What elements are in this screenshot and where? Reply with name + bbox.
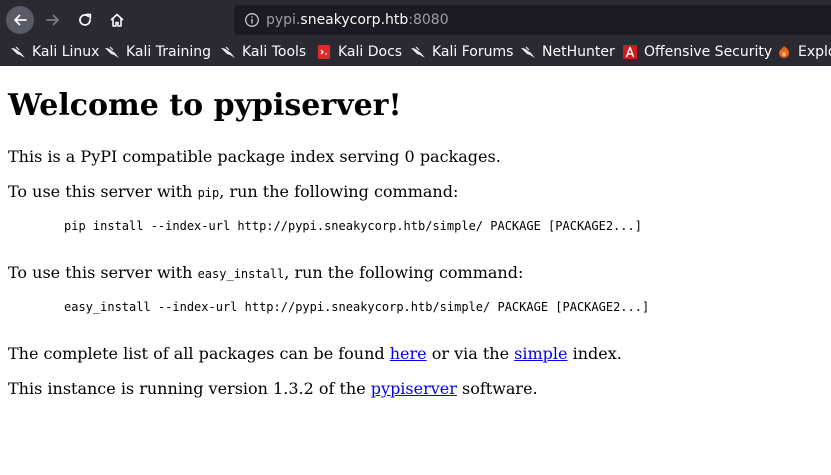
url-subdomain: pypi. xyxy=(266,12,301,28)
bookmark-offensive-security[interactable]: Offensive Security xyxy=(622,42,772,62)
kali-dragon-icon xyxy=(221,46,235,58)
simple-link[interactable]: simple xyxy=(514,344,567,363)
bookmark-kali-tools[interactable]: Kali Tools xyxy=(220,42,306,62)
kali-dragon-icon xyxy=(105,46,119,58)
pip-instructions: To use this server with pip, run the fol… xyxy=(8,182,458,203)
bookmark-exploit-db[interactable]: Exploit-DB xyxy=(776,42,831,62)
url-text[interactable]: pypi.sneakycorp.htb:8080 xyxy=(266,12,449,28)
forward-button[interactable] xyxy=(39,6,67,34)
home-icon xyxy=(110,13,124,27)
intro-text: This is a PyPI compatible package index … xyxy=(8,147,501,166)
pip-code: pip xyxy=(197,186,220,200)
bookmark-kali-docs[interactable]: Kali Docs xyxy=(316,42,402,62)
page-title: Welcome to pypiserver! xyxy=(8,88,402,123)
easy-install-command: easy_install --index-url http://pypi.sne… xyxy=(64,300,650,314)
bookmark-label: Offensive Security xyxy=(644,44,773,60)
version-prefix: This instance is running version 1.3.2 o… xyxy=(8,379,371,398)
url-host: sneakycorp.htb xyxy=(300,12,409,28)
bookmark-label: Kali Tools xyxy=(242,44,307,60)
bookmark-label: NetHunter xyxy=(542,44,615,60)
reload-icon xyxy=(79,13,92,26)
reload-button[interactable] xyxy=(71,6,99,34)
pip-suffix: , run the following command: xyxy=(219,182,459,201)
offsec-icon xyxy=(623,45,637,59)
address-bar[interactable]: pypi.sneakycorp.htb:8080 xyxy=(234,5,831,35)
home-button[interactable] xyxy=(103,6,131,34)
back-arrow-icon xyxy=(14,14,27,26)
site-info-icon[interactable] xyxy=(244,12,260,28)
version-suffix: software. xyxy=(456,379,538,398)
easy-code: easy_install xyxy=(197,267,285,281)
bookmark-kali-forums[interactable]: Kali Forums xyxy=(410,42,513,62)
back-button[interactable] xyxy=(6,6,34,34)
bookmark-kali-training[interactable]: Kali Training xyxy=(104,42,211,62)
list-prefix: The complete list of all packages can be… xyxy=(8,344,390,363)
easy-install-instructions: To use this server with easy_install, ru… xyxy=(8,263,523,284)
here-link[interactable]: here xyxy=(390,344,427,363)
version-text: This instance is running version 1.3.2 o… xyxy=(8,379,538,399)
list-suffix: index. xyxy=(567,344,622,363)
exploitdb-icon xyxy=(779,46,789,58)
kali-docs-icon xyxy=(318,45,330,59)
bookmarks-toolbar: Kali Linux Kali Training Kali Tools Kali… xyxy=(0,40,831,64)
list-middle: or via the xyxy=(426,344,515,363)
kali-dragon-icon xyxy=(411,46,425,58)
easy-suffix: , run the following command: xyxy=(284,263,524,282)
page-content: Welcome to pypiserver! This is a PyPI co… xyxy=(0,66,831,475)
url-port: :8080 xyxy=(408,12,449,28)
browser-chrome: pypi.sneakycorp.htb:8080 Kali Linux Kali… xyxy=(0,0,831,66)
bookmark-nethunter[interactable]: NetHunter xyxy=(520,42,615,62)
bookmark-label: Kali Forums xyxy=(432,44,514,60)
package-list-text: The complete list of all packages can be… xyxy=(8,344,622,364)
kali-dragon-icon xyxy=(11,46,25,58)
easy-prefix: To use this server with xyxy=(8,263,198,282)
pip-prefix: To use this server with xyxy=(8,182,198,201)
bookmark-label: Kali Training xyxy=(126,44,211,60)
bookmark-label: Exploit-DB xyxy=(798,44,831,60)
bookmark-kali-linux[interactable]: Kali Linux xyxy=(10,42,99,62)
bookmark-label: Kali Linux xyxy=(32,44,100,60)
bookmark-label: Kali Docs xyxy=(338,44,403,60)
kali-dragon-icon xyxy=(521,46,535,58)
forward-arrow-icon xyxy=(46,14,59,26)
pypiserver-link[interactable]: pypiserver xyxy=(371,379,457,398)
browser-toolbar: pypi.sneakycorp.htb:8080 xyxy=(0,0,831,40)
pip-command: pip install --index-url http://pypi.snea… xyxy=(64,219,642,233)
